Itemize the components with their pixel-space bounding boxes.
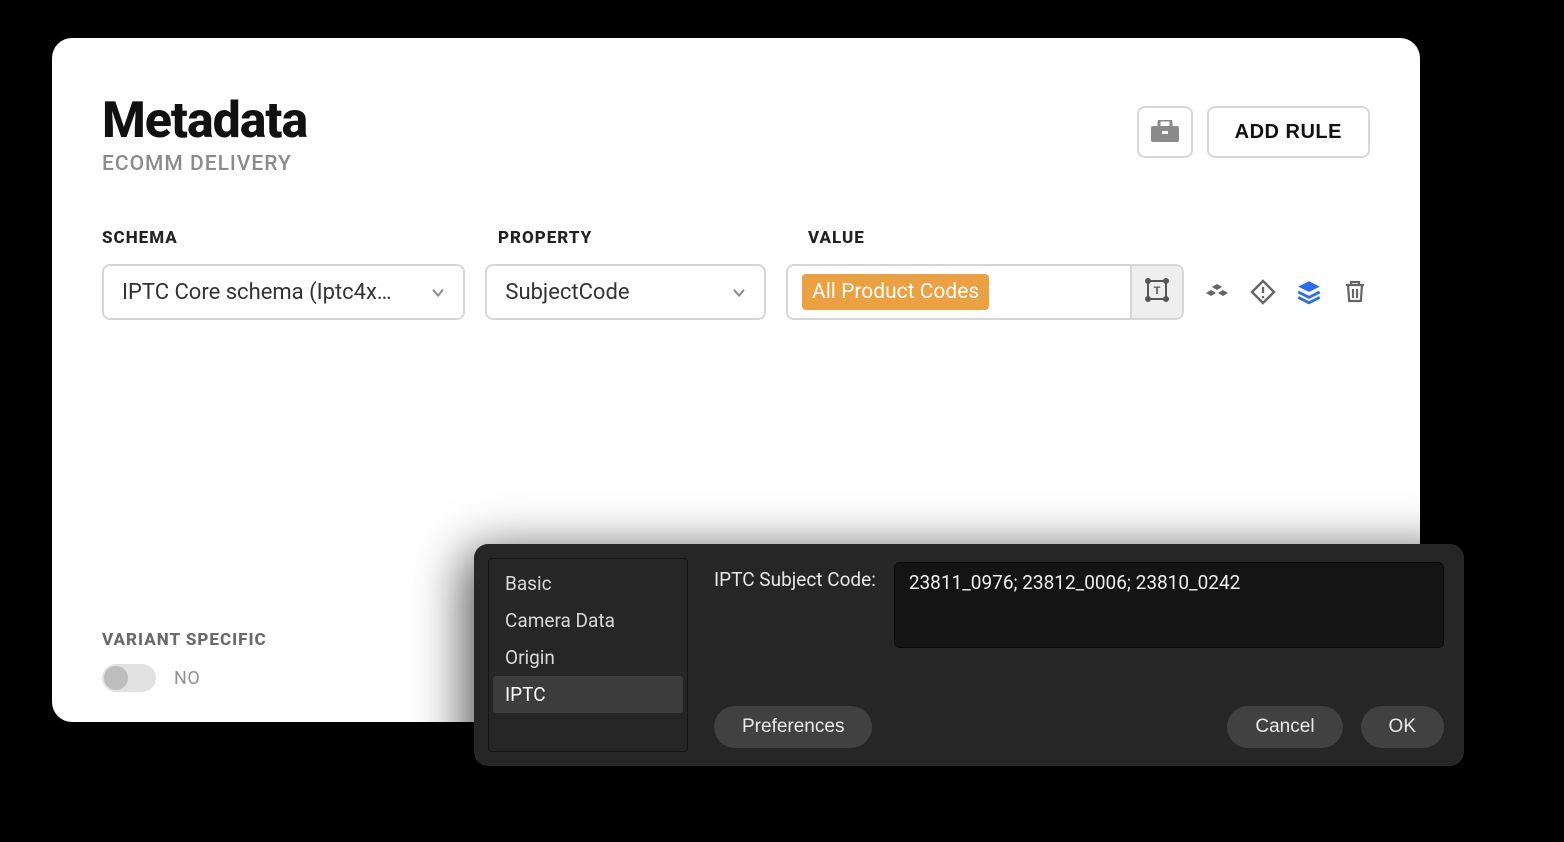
property-column-label: PROPERTY [498,228,788,248]
text-transform-button[interactable]: T [1130,266,1182,318]
warning-diamond-icon[interactable] [1248,277,1278,307]
schema-select-value: IPTC Core schema (Iptc4x… [122,280,392,305]
popup-main: IPTC Subject Code: 23811_0976; 23812_000… [714,558,1450,752]
variant-specific-toggle[interactable] [102,664,156,692]
iptc-subject-code-label: IPTC Subject Code: [714,562,876,591]
page-subtitle: ECOMM DELIVERY [102,152,307,176]
iptc-popup: Basic Camera Data Origin IPTC IPTC Subje… [474,544,1464,766]
svg-text:T: T [1154,285,1161,297]
popup-sidebar: Basic Camera Data Origin IPTC [488,558,688,752]
data-source-icon[interactable] [1202,277,1232,307]
title-block: Metadata ECOMM DELIVERY [102,92,307,176]
iptc-subject-code-textarea[interactable]: 23811_0976; 23812_0006; 23810_0242 [894,562,1444,648]
rule-row: IPTC Core schema (Iptc4x… SubjectCode Al… [102,264,1370,320]
property-select[interactable]: SubjectCode [485,264,766,320]
sidebar-item-origin[interactable]: Origin [493,639,683,676]
trash-icon[interactable] [1340,277,1370,307]
toolbox-icon [1151,120,1179,145]
popup-field-row: IPTC Subject Code: 23811_0976; 23812_000… [714,558,1444,648]
popup-right-buttons: Cancel OK [1227,706,1444,748]
value-input[interactable]: All Product Codes T [786,264,1184,320]
schema-column-label: SCHEMA [102,228,478,248]
row-action-icons [1202,277,1370,307]
value-column-label: VALUE [808,228,1370,248]
preferences-button[interactable]: Preferences [714,706,872,748]
cancel-button[interactable]: Cancel [1227,706,1342,748]
page-title: Metadata [102,92,307,150]
header-row: Metadata ECOMM DELIVERY ADD RULE [102,92,1370,176]
chevron-down-icon [429,283,447,301]
toggle-knob [104,666,128,690]
property-select-value: SubjectCode [505,280,629,305]
header-actions: ADD RULE [1137,92,1370,158]
variant-specific-label: VARIANT SPECIFIC [102,630,267,650]
sidebar-item-iptc[interactable]: IPTC [493,676,683,713]
schema-select[interactable]: IPTC Core schema (Iptc4x… [102,264,465,320]
chevron-down-icon [730,283,748,301]
popup-footer: Preferences Cancel OK [714,706,1444,752]
add-rule-button[interactable]: ADD RULE [1207,106,1370,158]
variant-specific-toggle-row: NO [102,664,267,692]
text-transform-icon: T [1144,277,1170,307]
sidebar-item-basic[interactable]: Basic [493,565,683,602]
layers-icon[interactable] [1294,277,1324,307]
variant-specific-value: NO [174,668,200,689]
column-labels-row: SCHEMA PROPERTY VALUE [102,228,1370,248]
sidebar-item-camera-data[interactable]: Camera Data [493,602,683,639]
footer: VARIANT SPECIFIC NO [102,630,267,692]
toolbox-button[interactable] [1137,106,1193,158]
value-group: All Product Codes T [786,264,1370,320]
value-chip: All Product Codes [802,274,989,310]
ok-button[interactable]: OK [1361,706,1444,748]
